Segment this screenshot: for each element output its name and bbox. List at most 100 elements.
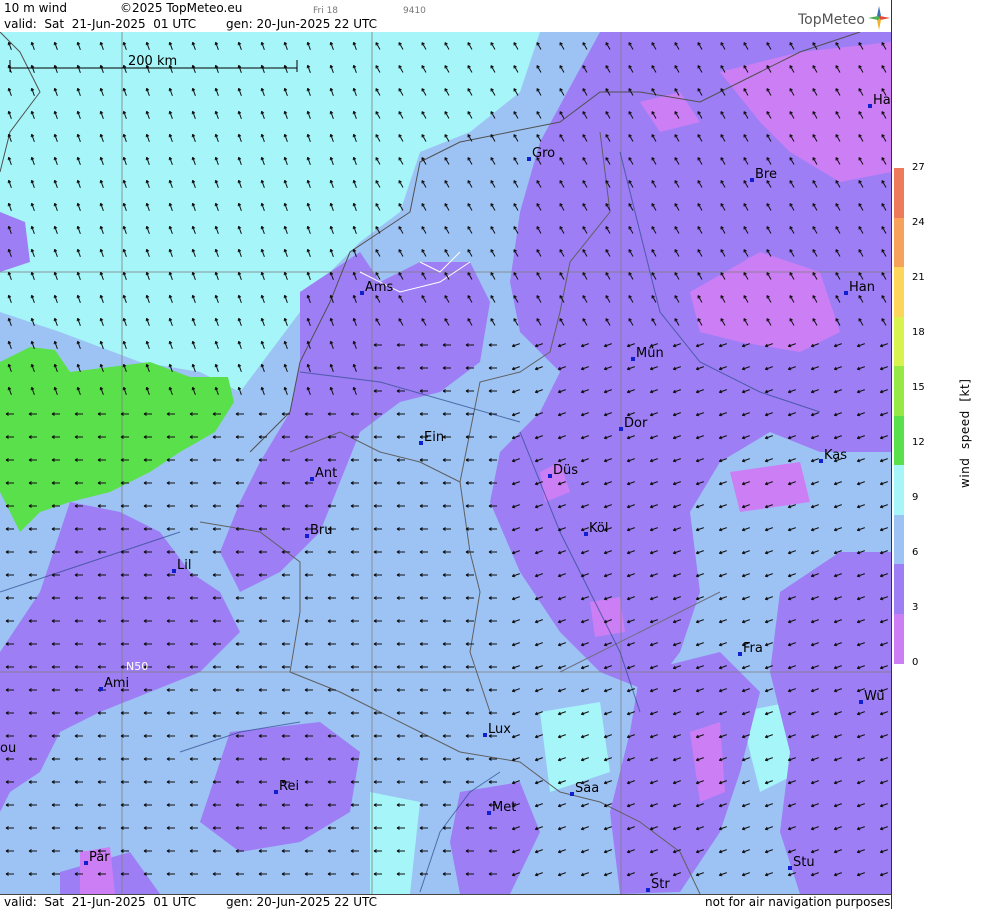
city-dot — [172, 569, 176, 573]
legend-color-band — [894, 168, 904, 218]
code-hint: 9410 — [403, 6, 426, 16]
city-label: Met — [492, 800, 516, 815]
city-dot — [310, 477, 314, 481]
city-label: Düs — [553, 463, 578, 478]
city-dot — [84, 861, 88, 865]
city-label: Ami — [104, 676, 129, 691]
city-label: Ein — [424, 430, 444, 445]
city-label: Stu — [793, 855, 815, 870]
legend-color-band — [894, 366, 904, 416]
legend-tick-label: 15 — [912, 382, 925, 393]
city-marker: Saa — [570, 781, 599, 796]
legend-tick-label: 3 — [912, 602, 919, 613]
footer-gen-time: gen: 20-Jun-2025 22 UTC — [226, 895, 378, 909]
city-marker: Met — [487, 800, 516, 815]
city-dot — [274, 790, 278, 794]
city-label: ou — [0, 741, 16, 756]
legend-tick-label: 24 — [912, 217, 925, 228]
city-dot — [631, 357, 635, 361]
city-dot — [750, 178, 754, 182]
city-label: Kas — [824, 448, 847, 463]
city-marker: Bre — [750, 167, 777, 182]
city-label: Par — [89, 850, 110, 865]
topmeteo-logo[interactable]: TopMeteo — [798, 6, 890, 30]
city-label: Bru — [310, 523, 333, 538]
wind-map-canvas: 200 km N50 Gro Bre Ha Ams Han Mün Dor Ein Kas Düs… — [0, 32, 891, 894]
city-marker: Ami — [99, 676, 129, 691]
legend-color-band — [894, 415, 904, 466]
legend-tick-label: 12 — [912, 437, 925, 448]
legend-tick-label: 9 — [912, 492, 919, 503]
city-dot — [859, 700, 863, 704]
legend-divider — [891, 0, 892, 909]
legend-title: wind speed [kt] — [958, 378, 972, 488]
wind-speed-legend — [894, 168, 904, 664]
city-dot — [305, 534, 309, 538]
legend-tick-label: 6 — [912, 547, 919, 558]
header-bar: 10 m wind ©2025 TopMeteo.eu Fri 18 9410 … — [0, 0, 891, 32]
city-label: Ant — [315, 466, 337, 481]
city-marker: Düs — [548, 463, 578, 478]
city-dot — [483, 733, 487, 737]
legend-tick-label: 18 — [912, 327, 925, 338]
footer-bar: valid: Sat 21-Jun-2025 01 UTC gen: 20-Ju… — [0, 894, 891, 910]
city-label: Saa — [575, 781, 599, 796]
city-marker: Ant — [310, 466, 337, 481]
product-title: 10 m wind — [4, 1, 67, 15]
legend-color-band — [894, 267, 904, 317]
legend-color-band — [894, 564, 904, 614]
legend-color-band — [894, 514, 904, 565]
city-label: Lux — [488, 722, 511, 737]
city-dot — [868, 104, 872, 108]
latitude-label: N50 — [126, 660, 148, 673]
city-dot — [487, 811, 491, 815]
city-marker: Dor — [619, 416, 648, 431]
city-dot — [584, 532, 588, 536]
city-label: Wü — [864, 689, 885, 704]
compass-star-icon — [868, 6, 890, 30]
legend-color-band — [894, 465, 904, 515]
city-marker: Mün — [631, 346, 664, 361]
city-marker: Ams — [360, 280, 394, 295]
valid-time: valid: Sat 21-Jun-2025 01 UTC — [4, 17, 197, 31]
wind-speed-field — [0, 32, 891, 894]
day-hint: Fri 18 — [313, 6, 339, 16]
city-dot — [99, 687, 103, 691]
city-label: Rei — [279, 779, 299, 794]
footer-valid-time: valid: Sat 21-Jun-2025 01 UTC — [4, 895, 197, 909]
city-dot — [419, 441, 423, 445]
city-marker: ou — [0, 741, 16, 756]
city-label: Mün — [636, 346, 664, 361]
city-label: Lil — [177, 558, 191, 573]
wind-map[interactable]: 200 km N50 Gro Bre Ha Ams Han Mün Dor Ein Kas Düs… — [0, 32, 891, 894]
gen-time: gen: 20-Jun-2025 22 UTC — [226, 17, 378, 31]
legend-tick-label: 0 — [912, 657, 919, 668]
city-label: Han — [849, 280, 875, 295]
city-dot — [527, 157, 531, 161]
legend-color-band — [894, 217, 904, 268]
legend-color-band — [894, 316, 904, 367]
city-dot — [844, 291, 848, 295]
logo-text: TopMeteo — [798, 12, 865, 28]
city-label: Köl — [589, 521, 608, 536]
city-label: Dor — [624, 416, 648, 431]
navigation-notice: not for air navigation purposes — [705, 895, 891, 909]
city-marker: Kas — [819, 448, 847, 463]
city-dot — [360, 291, 364, 295]
legend-tick-label: 27 — [912, 162, 925, 173]
city-marker: Gro — [527, 146, 555, 161]
city-dot — [570, 792, 574, 796]
city-label: Str — [651, 877, 670, 892]
city-marker: Lux — [483, 722, 511, 737]
city-dot — [819, 459, 823, 463]
city-label: Bre — [755, 167, 777, 182]
city-dot — [548, 474, 552, 478]
city-label: Ams — [365, 280, 394, 295]
city-dot — [619, 427, 623, 431]
city-label: Gro — [532, 146, 555, 161]
city-dot — [738, 652, 742, 656]
copyright: ©2025 TopMeteo.eu — [120, 1, 243, 15]
legend-color-band — [894, 613, 904, 664]
legend-tick-label: 21 — [912, 272, 925, 283]
city-marker: Han — [844, 280, 875, 295]
